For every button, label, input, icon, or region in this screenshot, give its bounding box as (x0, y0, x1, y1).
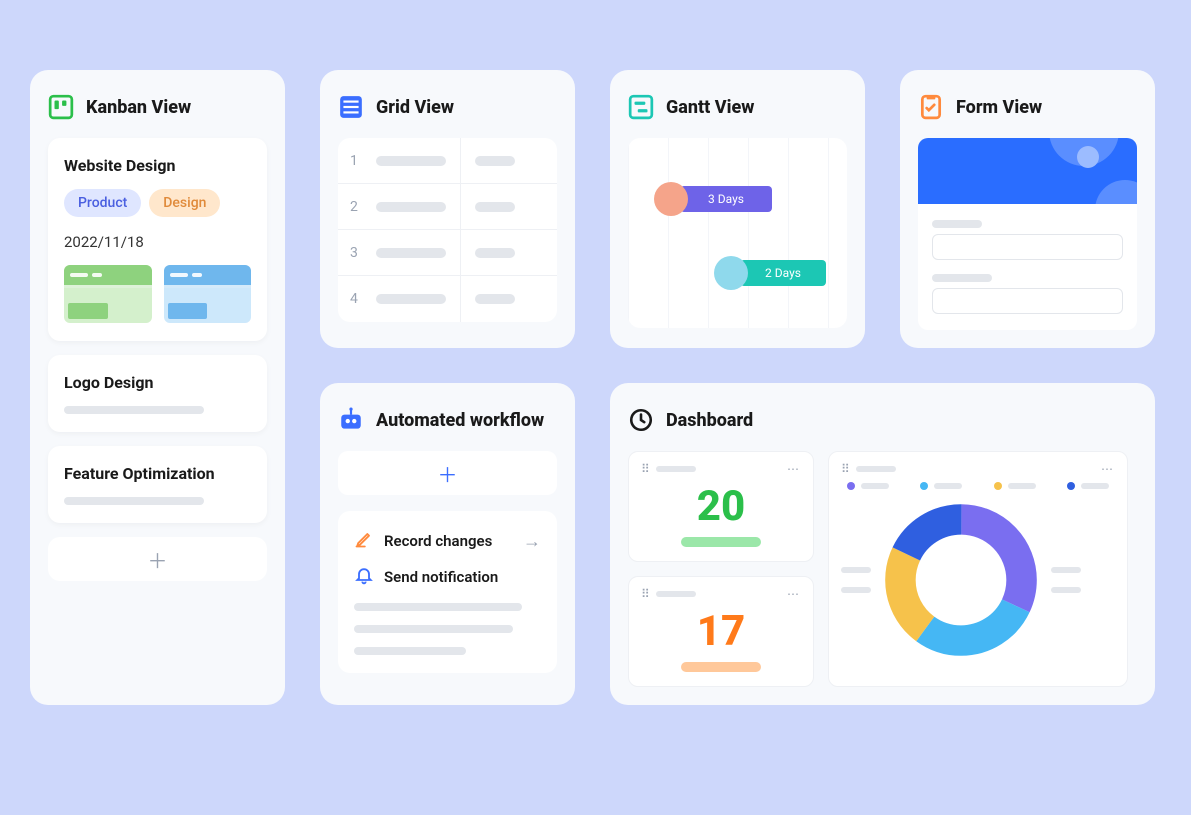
gantt-title: Gantt View (666, 97, 754, 118)
workflow-header: Automated workflow (338, 407, 557, 433)
kpi-progress (681, 662, 761, 672)
workflow-card: Record changes → Send notification (338, 511, 557, 673)
dashboard-icon (628, 407, 654, 433)
workflow-step[interactable]: Send notification (354, 565, 541, 589)
gantt-chart: 3 Days 2 Days (628, 138, 847, 328)
gantt-bar-item[interactable]: 2 Days (714, 256, 826, 290)
plus-icon: ＋ (148, 545, 168, 574)
add-workflow-button[interactable]: ＋ (338, 451, 557, 495)
kanban-card-title: Website Design (64, 156, 251, 175)
kanban-card[interactable]: Feature Optimization (48, 446, 267, 523)
more-icon[interactable]: ⋯ (787, 587, 801, 601)
row-number: 4 (350, 291, 362, 307)
grid-icon (338, 94, 364, 120)
gantt-bar-label: 2 Days (740, 260, 826, 286)
workflow-title: Automated workflow (376, 410, 544, 431)
form-panel: Form View (900, 70, 1155, 348)
thumbnail-blue (164, 265, 252, 323)
table-row[interactable]: 1 (338, 138, 557, 184)
form-title: Form View (956, 97, 1042, 118)
gantt-marker (714, 256, 748, 290)
row-number: 2 (350, 199, 362, 215)
chart-value-bars-left (841, 567, 871, 593)
kanban-thumbnails (64, 265, 251, 323)
more-icon[interactable]: ⋯ (1101, 462, 1115, 476)
edit-icon (354, 529, 374, 553)
grid-view-title: Grid View (376, 97, 454, 118)
grid-view-header: Grid View (338, 94, 557, 120)
workflow-step-label: Send notification (384, 568, 498, 586)
thumbnail-green (64, 265, 152, 323)
donut-chart (881, 500, 1041, 660)
kanban-card[interactable]: Website Design Product Design 2022/11/18 (48, 138, 267, 341)
grid-view-panel: Grid View 1 2 3 4 (320, 70, 575, 348)
drag-handle-icon: ⠿ (641, 587, 650, 601)
table-row[interactable]: 2 (338, 184, 557, 230)
tag-product[interactable]: Product (64, 189, 141, 217)
workflow-step[interactable]: Record changes → (354, 529, 541, 553)
kanban-card-date: 2022/11/18 (64, 233, 251, 251)
form-icon (918, 94, 944, 120)
gantt-bar-label: 3 Days (680, 186, 772, 212)
workflow-step-label: Record changes (384, 532, 492, 550)
kanban-title: Kanban View (86, 97, 191, 118)
kpi-card[interactable]: ⠿ ⋯ 20 (628, 451, 814, 562)
row-number: 3 (350, 245, 362, 261)
bell-icon (354, 565, 374, 589)
table-row[interactable]: 4 (338, 276, 557, 322)
kanban-card-tags: Product Design (64, 189, 251, 217)
kanban-card-title: Feature Optimization (64, 464, 251, 483)
gantt-panel: Gantt View 3 Days 2 Days (610, 70, 865, 348)
kanban-card-title: Logo Design (64, 373, 251, 392)
gantt-header: Gantt View (628, 94, 847, 120)
row-number: 1 (350, 153, 362, 169)
form-input[interactable] (932, 288, 1123, 314)
more-icon[interactable]: ⋯ (787, 462, 801, 476)
plus-icon: ＋ (438, 459, 458, 488)
drag-handle-icon: ⠿ (641, 462, 650, 476)
donut-chart-card[interactable]: ⠿ ⋯ (828, 451, 1128, 687)
form-preview (918, 138, 1137, 330)
kpi-value: 20 (641, 476, 801, 533)
dashboard-header: Dashboard (628, 407, 1137, 433)
add-card-button[interactable]: ＋ (48, 537, 267, 581)
gantt-bar-item[interactable]: 3 Days (654, 182, 772, 216)
gantt-marker (654, 182, 688, 216)
form-input[interactable] (932, 234, 1123, 260)
table-row[interactable]: 3 (338, 230, 557, 276)
form-hero-image (918, 138, 1137, 204)
kanban-icon (48, 94, 74, 120)
chart-value-bars-right (1051, 567, 1081, 593)
kanban-panel: Kanban View Website Design Product Desig… (30, 70, 285, 705)
grid-table: 1 2 3 4 (338, 138, 557, 322)
form-header: Form View (918, 94, 1137, 120)
kanban-card[interactable]: Logo Design (48, 355, 267, 432)
kpi-value: 17 (641, 601, 801, 658)
kanban-header: Kanban View (48, 94, 267, 120)
workflow-panel: Automated workflow ＋ Record changes → Se… (320, 383, 575, 705)
robot-icon (338, 407, 364, 433)
arrow-right-icon: → (523, 531, 541, 552)
kpi-progress (681, 537, 761, 547)
kpi-card[interactable]: ⠿ ⋯ 17 (628, 576, 814, 687)
dashboard-panel: Dashboard ⠿ ⋯ 20 ⠿ ⋯ (610, 383, 1155, 705)
chart-legend (841, 482, 1115, 490)
drag-handle-icon: ⠿ (841, 462, 850, 476)
dashboard-title: Dashboard (666, 410, 753, 431)
tag-design[interactable]: Design (149, 189, 220, 217)
gantt-icon (628, 94, 654, 120)
